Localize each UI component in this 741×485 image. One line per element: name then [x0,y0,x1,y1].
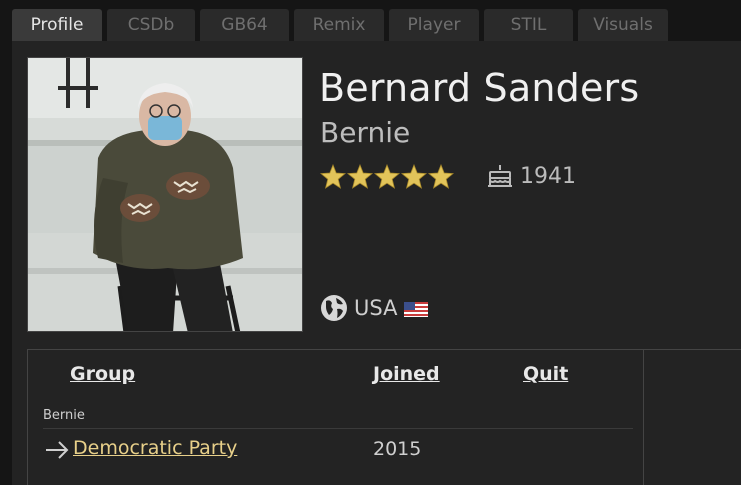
header-joined[interactable]: Joined [373,363,440,385]
arrow-right-icon [45,439,69,461]
joined-year: 2015 [373,438,422,460]
profile-name: Bernard Sanders [319,66,640,110]
star-icon [400,163,428,189]
rating-stars [319,163,455,190]
profile-handle: Bernie [320,116,411,149]
star-icon [427,163,455,189]
header-group[interactable]: Group [70,363,135,385]
tab-bar: Profile CSDb GB64 Remix Player STIL Visu… [0,0,741,41]
group-link[interactable]: Democratic Party [73,437,237,459]
handle-subheading: Bernie [43,408,85,423]
tab-stil[interactable]: STIL [484,9,573,41]
country-name: USA [354,296,398,320]
star-icon [319,163,347,189]
tab-remix[interactable]: Remix [294,9,384,41]
tab-player[interactable]: Player [389,9,479,41]
us-flag-icon [404,302,428,317]
row-divider [43,428,633,429]
cake-icon [486,162,514,190]
profile-photo [27,57,303,332]
table-divider [644,349,741,350]
star-icon [373,163,401,189]
header-quit[interactable]: Quit [523,363,568,385]
tab-csdb[interactable]: CSDb [107,9,195,41]
birth-year: 1941 [520,164,576,189]
globe-icon [320,294,348,322]
tab-gb64[interactable]: GB64 [200,9,289,41]
tab-visuals[interactable]: Visuals [578,9,668,41]
star-icon [346,163,374,189]
tab-profile[interactable]: Profile [12,9,102,41]
